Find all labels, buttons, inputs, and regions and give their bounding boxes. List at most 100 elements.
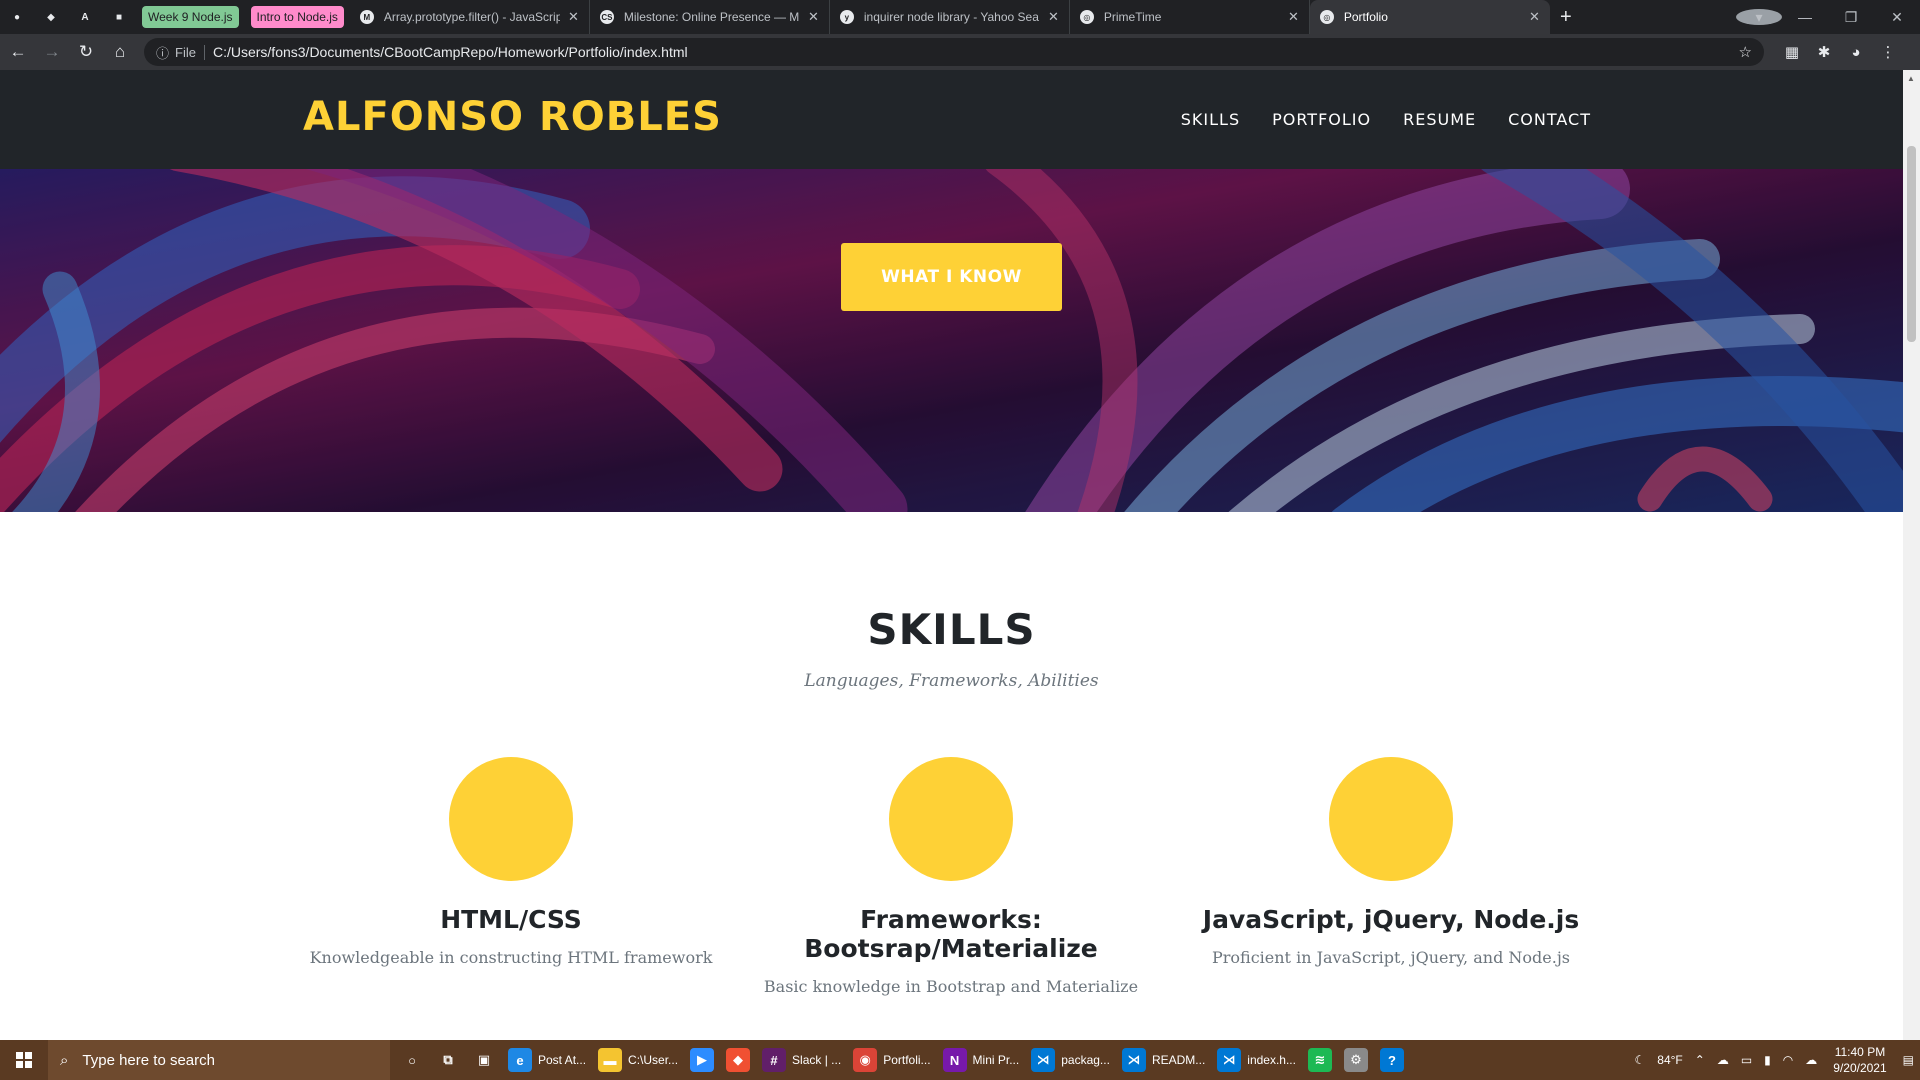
- taskbar-app[interactable]: ⋊ packag...: [1025, 1040, 1116, 1080]
- tray-overflow-icon[interactable]: ⌃: [1695, 1053, 1705, 1067]
- taskbar-app[interactable]: ⋊ READM...: [1116, 1040, 1211, 1080]
- tab-title: Array.prototype.filter() - JavaScrip: [383, 10, 560, 24]
- taskbar-clock[interactable]: 11:40 PM 9/20/2021: [1833, 1044, 1886, 1076]
- reload-button[interactable]: ↻: [70, 36, 102, 68]
- taskbar-app[interactable]: ○: [394, 1040, 430, 1080]
- taskbar-app[interactable]: ?: [1374, 1040, 1410, 1080]
- skill-title: Frameworks: Bootsrap/Materialize: [804, 905, 1098, 963]
- tab-title: inquirer node library - Yahoo Sea: [863, 10, 1039, 24]
- nav-link-contact[interactable]: CONTACT: [1508, 110, 1591, 129]
- tab-search-button[interactable]: ▾: [1736, 9, 1782, 26]
- address-scheme-label: File: [175, 44, 205, 60]
- bookmark-star-icon[interactable]: ☆: [1739, 43, 1752, 61]
- profile-avatar[interactable]: ◕: [1840, 44, 1872, 61]
- new-tab-button[interactable]: +: [1550, 0, 1582, 34]
- browser-tab[interactable]: M Array.prototype.filter() - JavaScrip ✕: [350, 0, 590, 34]
- pinned-tab[interactable]: ■: [102, 0, 136, 34]
- help-icon: ?: [1379, 1048, 1404, 1072]
- hero-background-image: [0, 169, 1903, 512]
- back-button[interactable]: ←: [2, 36, 34, 68]
- skill-circle-icon: [889, 757, 1013, 881]
- reload-icon: ↻: [78, 42, 94, 61]
- browser-tab[interactable]: ◎ PrimeTime ✕: [1070, 0, 1310, 34]
- page-viewport: ALFONSO ROBLES SKILLS PORTFOLIO RESUME C…: [0, 70, 1920, 1040]
- store-icon: ▣: [477, 1052, 491, 1067]
- taskbar-app-label: READM...: [1151, 1053, 1206, 1067]
- pinned-tab[interactable]: A: [68, 0, 102, 34]
- start-button[interactable]: [0, 1040, 48, 1080]
- tab-close-icon[interactable]: ✕: [1048, 9, 1059, 25]
- taskbar-app[interactable]: # Slack | ...: [756, 1040, 847, 1080]
- gitlab-icon: ◆: [47, 11, 55, 23]
- taskbar-app-label: packag...: [1061, 1053, 1110, 1067]
- taskbar-app[interactable]: e Post At...: [502, 1040, 592, 1080]
- forward-button[interactable]: →: [36, 36, 68, 68]
- nav-link-portfolio[interactable]: PORTFOLIO: [1272, 110, 1371, 129]
- taskbar-app[interactable]: ⚙: [1338, 1040, 1374, 1080]
- browser-tab[interactable]: ◎ Portfolio ✕: [1309, 0, 1550, 34]
- cloud-sync-icon[interactable]: ☁: [1805, 1053, 1817, 1067]
- taskbar-apps: ○ ⧉ ▣ e Post At... ▬ C:\User... ▶ ◆ # Slack | ... ◉…: [394, 1040, 1410, 1080]
- taskbar-search-placeholder: Type here to search: [82, 1051, 215, 1069]
- tab-group-chip[interactable]: Week 9 Node.js: [142, 6, 239, 28]
- scroll-up-arrow-icon[interactable]: ▲: [1907, 74, 1915, 83]
- vscode-icon: ⋊: [1121, 1048, 1146, 1072]
- page-scrollbar[interactable]: ▲: [1903, 70, 1920, 1040]
- taskbar-app[interactable]: ≋: [1302, 1040, 1338, 1080]
- what-i-know-button[interactable]: WHAT I KNOW: [841, 243, 1062, 311]
- skill-title: JavaScript, jQuery, Node.js: [1202, 905, 1580, 934]
- site-brand[interactable]: ALFONSO ROBLES: [303, 94, 722, 140]
- tab-search-icon: ▾: [1736, 9, 1782, 26]
- home-button[interactable]: ⌂: [104, 36, 136, 68]
- taskbar-search-box[interactable]: ⌕ Type here to search: [48, 1040, 390, 1080]
- taskbar-app[interactable]: N Mini Pr...: [937, 1040, 1026, 1080]
- wifi-icon[interactable]: ◠: [1783, 1053, 1793, 1067]
- pinned-tab[interactable]: ◆: [34, 0, 68, 34]
- extension-icon[interactable]: ▦: [1776, 43, 1808, 61]
- notifications-icon[interactable]: ▤: [1903, 1053, 1914, 1067]
- menu-kebab-icon[interactable]: ⋮: [1872, 43, 1904, 61]
- taskbar-app[interactable]: ⧉: [430, 1040, 466, 1080]
- taskbar-app[interactable]: ⋊ index.h...: [1211, 1040, 1302, 1080]
- puzzle-icon[interactable]: ✱: [1808, 43, 1840, 61]
- slack-icon: #: [762, 1048, 787, 1072]
- tab-close-icon[interactable]: ✕: [808, 9, 819, 25]
- vscode-icon: ⋊: [1217, 1048, 1242, 1072]
- taskbar-app-label: Mini Pr...: [972, 1053, 1020, 1067]
- cortana-icon: ○: [408, 1052, 416, 1068]
- taskbar-app[interactable]: ▬ C:\User...: [592, 1040, 684, 1080]
- browser-tab[interactable]: y inquirer node library - Yahoo Sea ✕: [830, 0, 1070, 34]
- taskbar-app[interactable]: ◉ Portfoli...: [847, 1040, 936, 1080]
- taskbar-app[interactable]: ◆: [720, 1040, 756, 1080]
- address-url[interactable]: C:/Users/fons3/Documents/CBootCampRepo/H…: [213, 44, 1739, 60]
- weather-moon-icon[interactable]: ☾: [1635, 1053, 1646, 1067]
- browser-tab[interactable]: CS Milestone: Online Presence — M ✕: [590, 0, 830, 34]
- onedrive-icon[interactable]: ☁: [1717, 1053, 1729, 1067]
- skill-card-frameworks: Frameworks: Bootsrap/Materialize Basic k…: [731, 757, 1171, 996]
- taskbar-app[interactable]: ▣: [466, 1040, 502, 1080]
- minimize-button[interactable]: —: [1782, 9, 1828, 25]
- tab-close-icon[interactable]: ✕: [1288, 9, 1299, 25]
- tab-close-icon[interactable]: ✕: [1529, 9, 1540, 25]
- address-bar[interactable]: ⓘ File C:/Users/fons3/Documents/CBootCam…: [144, 38, 1764, 66]
- scrollbar-thumb[interactable]: [1907, 146, 1916, 342]
- tab-group-chip[interactable]: Intro to Node.js: [250, 6, 344, 28]
- browser-toolbar: ← → ↻ ⌂ ⓘ File C:/Users/fons3/Documents/…: [0, 34, 1920, 70]
- battery-icon[interactable]: ▮: [1764, 1053, 1771, 1067]
- tab-title: PrimeTime: [1103, 10, 1162, 24]
- book-icon: ■: [115, 11, 123, 23]
- weather-temp[interactable]: 84°F: [1657, 1053, 1682, 1067]
- tab-close-icon[interactable]: ✕: [568, 9, 579, 25]
- skill-title: HTML/CSS: [440, 905, 582, 934]
- taskbar-app[interactable]: ▶: [684, 1040, 720, 1080]
- nav-link-resume[interactable]: RESUME: [1403, 110, 1476, 129]
- close-window-button[interactable]: ✕: [1874, 9, 1920, 26]
- info-icon[interactable]: ⓘ: [156, 43, 169, 62]
- system-tray: ☾ 84°F ⌃ ☁ ▭ ▮ ◠ ☁ 11:40 PM 9/20/2021 ▤: [1629, 1040, 1920, 1080]
- restore-button[interactable]: ❐: [1828, 9, 1874, 26]
- skills-heading: SKILLS: [867, 605, 1036, 654]
- pinned-tab[interactable]: ●: [0, 0, 34, 34]
- nav-link-skills[interactable]: SKILLS: [1181, 110, 1240, 129]
- skill-card-html-css: HTML/CSS Knowledgeable in constructing H…: [291, 757, 731, 967]
- meet-now-icon[interactable]: ▭: [1741, 1053, 1752, 1067]
